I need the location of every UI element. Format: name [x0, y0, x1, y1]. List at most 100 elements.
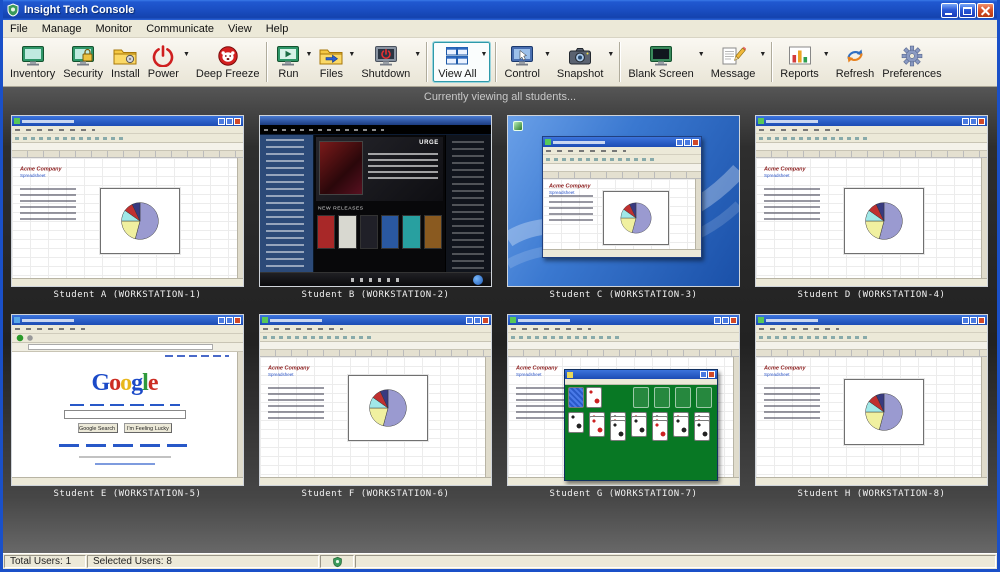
screen-spreadsheet-f[interactable]: Acme Company Spreadsheet [259, 314, 492, 486]
menu-help[interactable]: Help [259, 21, 296, 37]
monitor-viewport: Currently viewing all students... Acme C… [3, 87, 997, 553]
total-users-panel: Total Users: 1 [4, 555, 86, 568]
screen-media-player[interactable]: URGE NEW RELEASES [259, 115, 492, 287]
reports-dropdown-arrow[interactable]: ▼ [823, 51, 830, 58]
shutdown-dropdown-arrow[interactable]: ▼ [414, 51, 421, 58]
feeling-lucky-button: I'm Feeling Lucky [124, 423, 172, 433]
thumb-toolbar [260, 333, 491, 342]
screen-browser-google[interactable]: Google Google Search I'm Feeling Lucky [11, 314, 244, 486]
scrollbar [981, 357, 987, 477]
toolbar-separator [619, 42, 621, 82]
files-folder-icon [318, 45, 344, 67]
thumb-statusbar [543, 249, 701, 257]
message-button[interactable]: Message [707, 43, 760, 81]
column-headers [756, 151, 987, 158]
scrollbar [237, 158, 243, 278]
formula-bar [756, 342, 987, 350]
google-footer-line [79, 456, 171, 458]
control-dropdown-arrow[interactable]: ▼ [544, 51, 551, 58]
data-rows [764, 188, 820, 222]
formula-bar [508, 342, 739, 350]
control-button[interactable]: Control [500, 43, 543, 81]
security-lock-icon [70, 45, 96, 67]
screen-spreadsheet-d[interactable]: Acme Company Spreadsheet [755, 115, 988, 287]
menu-view[interactable]: View [221, 21, 259, 37]
snapshot-dropdown-arrow[interactable]: ▼ [607, 51, 614, 58]
student-label: Student D (WORKSTATION-4) [755, 289, 988, 302]
toolbar-separator [266, 42, 268, 82]
inventory-button[interactable]: Inventory [6, 43, 59, 81]
data-rows [20, 188, 76, 222]
solitaire-titlebar [565, 370, 717, 379]
transport-buttons [351, 278, 401, 282]
menu-monitor[interactable]: Monitor [89, 21, 140, 37]
menu-file[interactable]: File [3, 21, 35, 37]
run-dropdown-arrow[interactable]: ▼ [305, 51, 312, 58]
pie-chart [365, 385, 411, 431]
maximize-button[interactable] [959, 3, 976, 18]
google-footer-links [59, 444, 191, 447]
files-dropdown-arrow[interactable]: ▼ [348, 51, 355, 58]
address-field [28, 344, 213, 350]
thumb-toolbar [12, 134, 243, 143]
thumb-titlebar [756, 315, 987, 325]
thumb-titlebar [508, 315, 739, 325]
thumb-toolbar [508, 333, 739, 342]
files-button[interactable]: Files [314, 43, 348, 81]
view-all-button[interactable]: View All [434, 43, 480, 81]
thumb-titlebar [12, 315, 243, 325]
power-button[interactable]: Power [144, 43, 183, 81]
google-buttons: Google Search I'm Feeling Lucky [78, 423, 172, 433]
menu-manage[interactable]: Manage [35, 21, 89, 37]
formula-bar [260, 342, 491, 350]
player-sidebar [260, 135, 314, 272]
sheet-area: Acme Company Spreadsheet [543, 179, 695, 249]
message-dropdown-arrow[interactable]: ▼ [759, 51, 766, 58]
column-headers [260, 350, 491, 357]
thumb-menubar [12, 126, 243, 134]
scrollbar [237, 352, 243, 477]
blank-screen-monitor-icon [648, 45, 674, 67]
run-button[interactable]: Run [271, 43, 305, 81]
minimize-button[interactable] [941, 3, 958, 18]
spreadsheet-subtitle: Spreadsheet [764, 372, 790, 377]
refresh-button[interactable]: Refresh [832, 43, 879, 81]
snapshot-button[interactable]: Snapshot [553, 43, 607, 81]
screen-spreadsheet-a[interactable]: Acme Company Spreadsheet [11, 115, 244, 287]
window-title: Insight Tech Console [24, 4, 940, 16]
app-logo-icon [6, 3, 20, 17]
view-all-dropdown-arrow[interactable]: ▼ [481, 51, 488, 58]
inventory-monitor-icon [20, 45, 46, 67]
titlebar: Insight Tech Console [3, 0, 997, 20]
thumb-toolbar [543, 155, 701, 164]
screen-solitaire[interactable]: Acme Company Spreadsheet [507, 314, 740, 486]
menu-communicate[interactable]: Communicate [139, 21, 221, 37]
student-label: Student E (WORKSTATION-5) [11, 488, 244, 501]
pie-chart [617, 199, 655, 237]
thumb-menubar [260, 325, 491, 333]
deep-freeze-button[interactable]: Deep Freeze [192, 43, 264, 81]
close-button[interactable] [977, 3, 994, 18]
new-releases-text: NEW RELEASES [318, 205, 364, 211]
screen-desktop[interactable]: Acme Company Spreadsheet [507, 115, 740, 287]
install-button[interactable]: Install [107, 43, 144, 81]
blank-screen-dropdown-arrow[interactable]: ▼ [698, 51, 705, 58]
screen-spreadsheet-h[interactable]: Acme Company Spreadsheet [755, 314, 988, 486]
shutdown-button[interactable]: Shutdown [357, 43, 414, 81]
player-banner: URGE [316, 137, 443, 201]
preferences-button[interactable]: Preferences [878, 43, 945, 81]
blank-screen-button[interactable]: Blank Screen [624, 43, 697, 81]
security-button[interactable]: Security [59, 43, 107, 81]
message-pencil-icon [720, 45, 746, 67]
control-cursor-icon [509, 45, 535, 67]
student-label: Student G (WORKSTATION-7) [507, 488, 740, 501]
student-label: Student H (WORKSTATION-8) [755, 488, 988, 501]
view-all-selected-highlight: View All ▼ [433, 42, 490, 82]
data-rows [764, 387, 820, 421]
statusbar-shield-icon [332, 556, 343, 568]
google-search-button: Google Search [78, 423, 118, 433]
reports-button[interactable]: Reports [776, 43, 823, 81]
acme-company-text: Acme Company [764, 365, 806, 371]
install-folder-icon [112, 45, 138, 67]
power-dropdown-arrow[interactable]: ▼ [183, 51, 190, 58]
